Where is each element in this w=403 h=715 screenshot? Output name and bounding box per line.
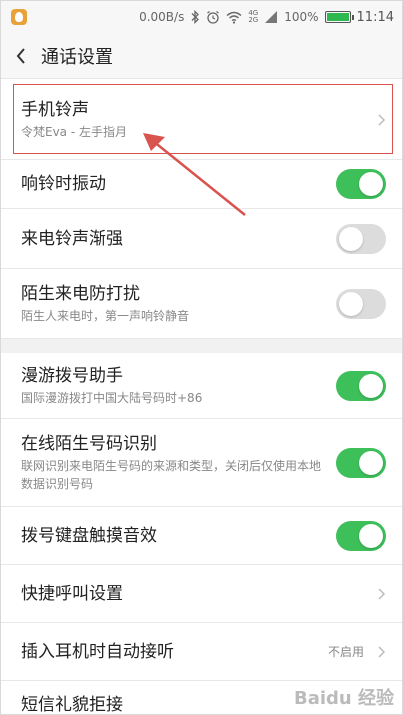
crescendo-toggle[interactable] <box>336 223 386 254</box>
roaming-row: 漫游拨号助手 国际漫游拨打中国大陆号码时+86 <box>1 353 402 419</box>
roaming-desc: 国际漫游拨打中国大陆号码时+86 <box>21 390 203 405</box>
wifi-icon <box>226 11 242 24</box>
back-arrow-icon[interactable] <box>15 47 33 65</box>
dialpad-sound-label: 拨号键盘触摸音效 <box>21 525 157 546</box>
auto-answer-value: 不启用 <box>327 645 364 659</box>
app-icon <box>11 9 27 25</box>
page-title: 通话设置 <box>41 46 113 68</box>
alarm-icon <box>207 11 220 24</box>
chevron-right-icon <box>378 587 386 600</box>
battery-percent: 100% <box>284 10 319 24</box>
online-id-toggle[interactable] <box>336 447 386 478</box>
stranger-dnd-desc: 陌生人来电时，第一声响铃静音 <box>21 308 190 323</box>
roaming-label: 漫游拨号助手 <box>21 365 123 386</box>
stranger-dnd-row: 陌生来电防打扰 陌生人来电时，第一声响铃静音 <box>1 269 402 339</box>
watermark-logo: Baidu 经验 <box>293 688 394 709</box>
dialpad-sound-row: 拨号键盘触摸音效 <box>1 507 402 565</box>
phone-screen: 0.00B/s 4G 2G 100% 11:14 通话设置 手机铃声 令梵Eva… <box>0 0 403 715</box>
online-id-label: 在线陌生号码识别 <box>21 433 157 454</box>
section-divider <box>1 339 402 353</box>
stranger-dnd-label: 陌生来电防打扰 <box>21 283 140 304</box>
vibrate-toggle[interactable] <box>336 169 386 199</box>
crescendo-label: 来电铃声渐强 <box>21 228 123 249</box>
roaming-toggle[interactable] <box>336 370 386 401</box>
quick-call-row[interactable]: 快捷呼叫设置 <box>1 565 402 623</box>
online-id-desc: 联网识别来电陌生号码的来源和类型，关闭后仅使用本地数据识别号码 <box>21 458 322 491</box>
signal-icon <box>265 11 278 23</box>
chevron-right-icon <box>378 645 386 658</box>
status-bar: 0.00B/s 4G 2G 100% 11:14 <box>1 1 402 33</box>
network-speed: 0.00B/s <box>139 10 185 24</box>
quick-call-label: 快捷呼叫设置 <box>21 583 123 604</box>
stranger-dnd-toggle[interactable] <box>336 288 386 319</box>
network-type: 4G 2G <box>248 9 259 24</box>
dialpad-sound-toggle[interactable] <box>336 520 386 551</box>
title-bar: 通话设置 <box>1 33 402 79</box>
clock: 11:14 <box>356 9 394 25</box>
online-id-row: 在线陌生号码识别 联网识别来电陌生号码的来源和类型，关闭后仅使用本地数据识别号码 <box>1 419 402 507</box>
annotation-arrow-icon <box>143 133 246 216</box>
battery-icon <box>324 11 354 23</box>
bluetooth-icon <box>191 10 200 24</box>
auto-answer-row[interactable]: 插入耳机时自动接听 不启用 <box>1 623 402 681</box>
auto-answer-label: 插入耳机时自动接听 <box>21 641 174 662</box>
